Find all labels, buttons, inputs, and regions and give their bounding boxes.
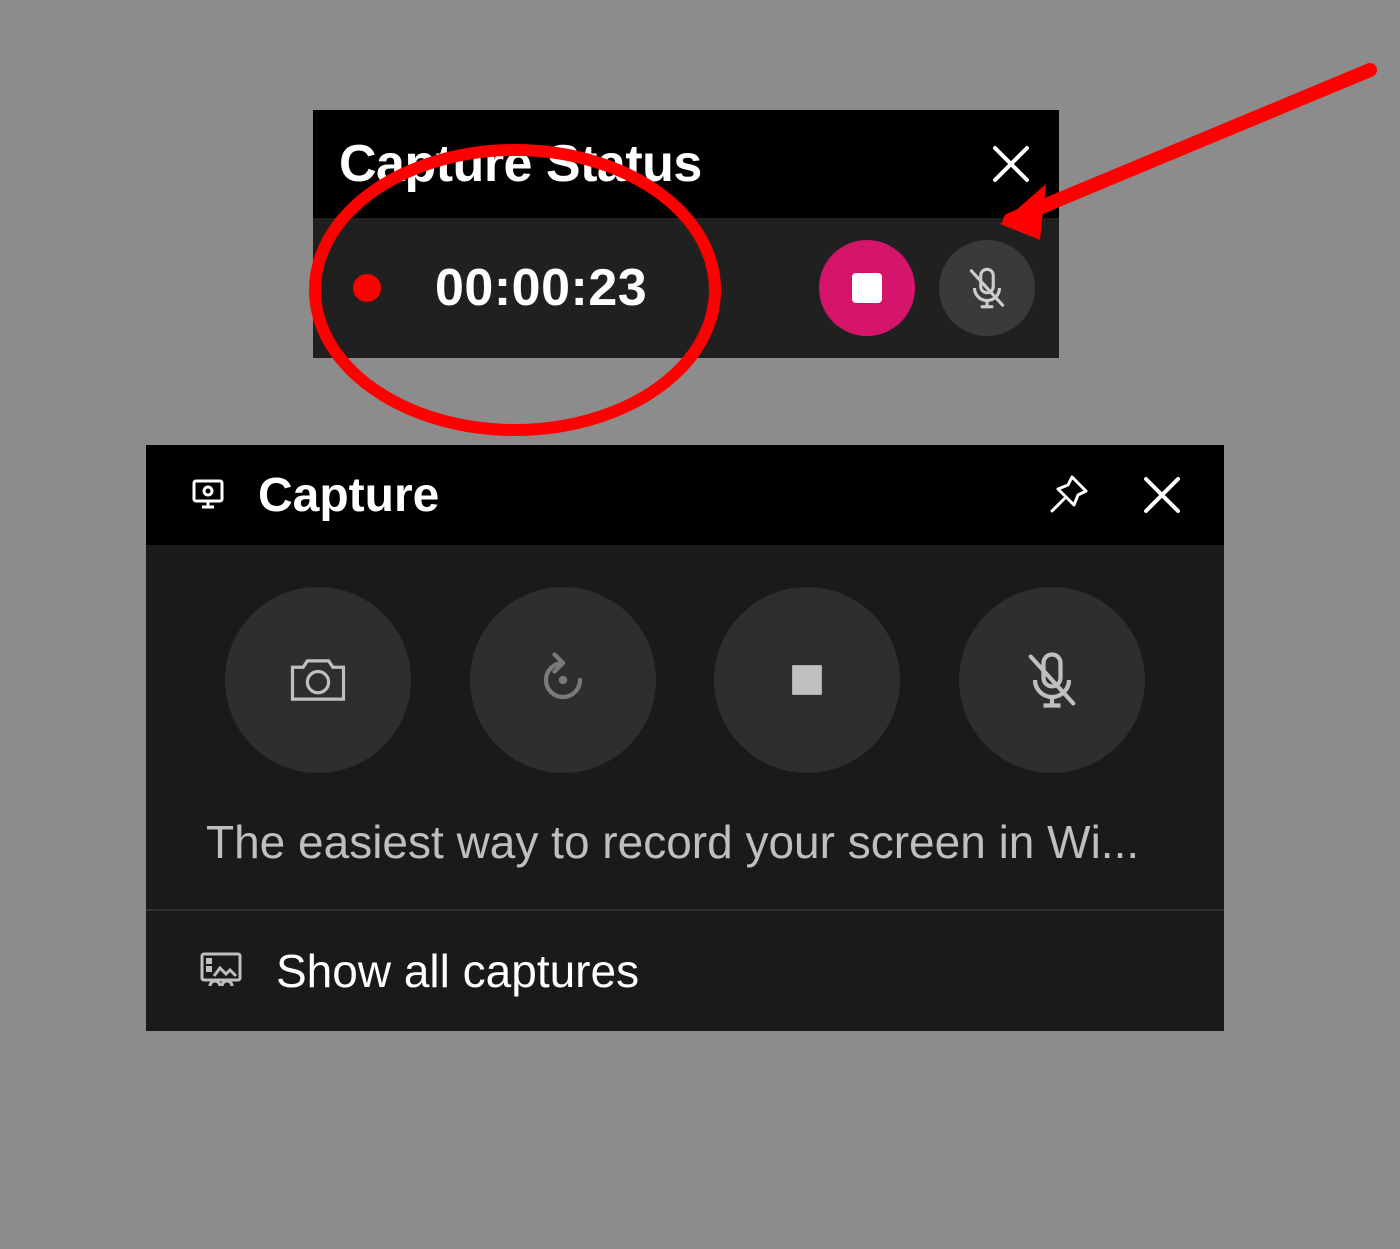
record-last-button[interactable]	[470, 587, 656, 773]
capture-header: Capture	[146, 445, 1224, 545]
pin-icon	[1046, 473, 1090, 517]
mic-toggle-button[interactable]	[939, 240, 1035, 336]
stop-icon	[852, 273, 882, 303]
stop-recording-button[interactable]	[819, 240, 915, 336]
capture-status-title: Capture Status	[339, 134, 969, 194]
camera-icon	[284, 646, 352, 714]
pin-button[interactable]	[1046, 473, 1090, 517]
screenshot-stage: Capture Status 00:00:23	[0, 0, 1400, 1249]
stop-recording-button[interactable]	[714, 587, 900, 773]
capture-status-widget[interactable]: Capture Status 00:00:23	[313, 110, 1059, 358]
capture-hint-text: The easiest way to record your screen in…	[146, 815, 1224, 909]
show-all-captures-icon	[196, 946, 246, 996]
show-all-captures-button[interactable]: Show all captures	[146, 909, 1224, 1031]
capture-buttons-row	[146, 545, 1224, 815]
capture-status-header: Capture Status	[313, 110, 1059, 218]
mic-muted-icon	[962, 263, 1012, 313]
replay-icon	[529, 646, 597, 714]
close-button[interactable]	[1140, 473, 1184, 517]
close-icon	[1140, 473, 1184, 517]
close-button[interactable]	[989, 142, 1033, 186]
capture-icon	[188, 475, 228, 515]
recording-indicator-icon	[353, 274, 381, 302]
close-icon	[989, 142, 1033, 186]
capture-title: Capture	[258, 468, 996, 523]
recording-timer: 00:00:23	[435, 258, 795, 318]
mic-muted-icon	[1018, 646, 1086, 714]
screenshot-button[interactable]	[225, 587, 411, 773]
show-all-captures-label: Show all captures	[276, 944, 639, 998]
stop-icon	[773, 646, 841, 714]
capture-status-body: 00:00:23	[313, 218, 1059, 358]
annotation-arrow-line	[1010, 70, 1370, 220]
mic-toggle-button[interactable]	[959, 587, 1145, 773]
capture-widget[interactable]: Capture	[146, 445, 1224, 1031]
